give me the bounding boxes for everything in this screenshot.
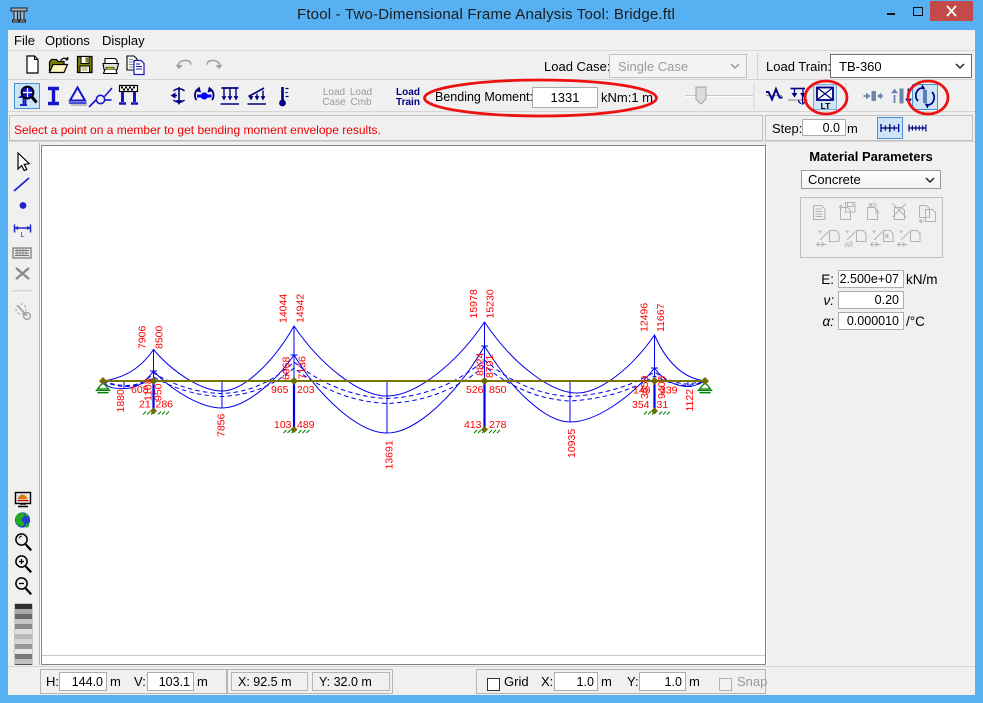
svg-text:11667: 11667: [655, 303, 667, 332]
svg-text:7856: 7856: [216, 413, 228, 437]
svg-text:149: 149: [633, 385, 651, 397]
svg-text:354: 354: [632, 399, 650, 411]
svg-text:14044: 14044: [278, 294, 290, 323]
svg-text:103: 103: [274, 419, 292, 431]
svg-text:850: 850: [489, 384, 507, 396]
svg-text:339: 339: [660, 385, 678, 397]
svg-text:286: 286: [156, 399, 174, 411]
svg-text:L: L: [21, 232, 25, 239]
svg-text:all: all: [845, 239, 854, 249]
svg-text:21: 21: [139, 399, 151, 411]
svg-text:15230: 15230: [485, 289, 497, 318]
svg-text:526: 526: [466, 384, 484, 396]
svg-text:10935: 10935: [566, 429, 578, 458]
svg-text:a: a: [873, 202, 877, 209]
svg-text:7136: 7136: [297, 356, 309, 380]
svg-text:12496: 12496: [639, 303, 651, 332]
svg-text:14942: 14942: [295, 294, 307, 323]
svg-text:8791: 8791: [484, 354, 496, 378]
svg-text:278: 278: [489, 419, 507, 431]
svg-text:b: b: [875, 209, 879, 216]
svg-text:413: 413: [464, 419, 482, 431]
svg-text:31: 31: [657, 399, 669, 411]
svg-text:965: 965: [271, 384, 289, 396]
svg-text:489: 489: [297, 419, 315, 431]
svg-text:1880: 1880: [115, 389, 127, 413]
svg-text:8500: 8500: [154, 325, 166, 349]
svg-text:1122: 1122: [684, 389, 696, 412]
svg-text:608: 608: [131, 384, 149, 396]
svg-text:15978: 15978: [468, 289, 480, 318]
svg-text:LT: LT: [821, 101, 832, 111]
svg-text:203: 203: [297, 384, 315, 396]
svg-text:7906: 7906: [137, 325, 149, 349]
svg-text:13691: 13691: [384, 440, 396, 469]
svg-text:6968: 6968: [281, 356, 293, 380]
